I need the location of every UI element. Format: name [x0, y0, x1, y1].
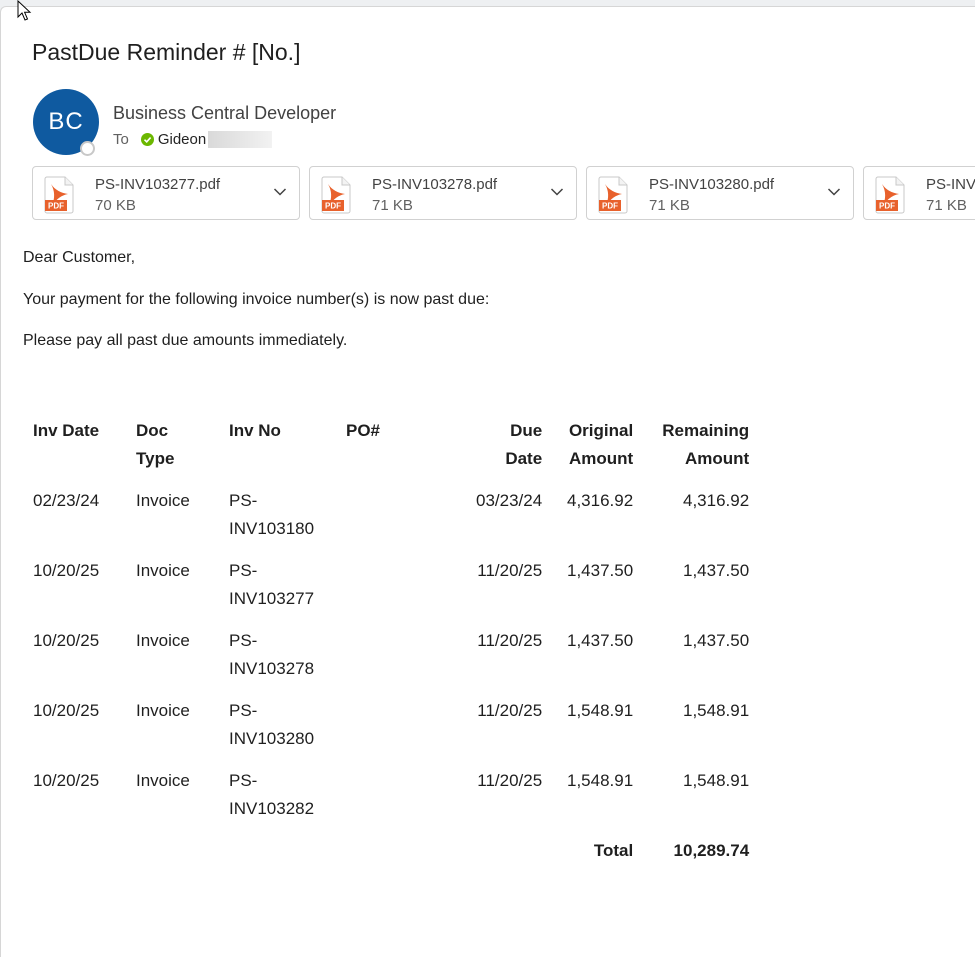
attachment-size: 71 KB: [649, 197, 690, 214]
cell-remaining-amount: 1,548.91: [683, 701, 750, 720]
presence-status-icon: [80, 141, 95, 156]
attachment-bar: PDF PS-INV103277.pdf 70 KB PDF PS-INV103…: [32, 166, 975, 222]
mouse-cursor-icon: [17, 0, 32, 21]
header-po: PO#: [346, 421, 381, 440]
attachment-name: PS-INV103277.pdf: [95, 176, 221, 193]
cell-inv-date: 02/23/24: [33, 491, 100, 510]
header-inv-no: Inv No: [229, 421, 281, 440]
to-label: To: [113, 131, 129, 148]
cell-doc-type: Invoice: [136, 491, 190, 510]
recipient-line: To Gideon: [113, 131, 273, 148]
cell-remaining-amount: 1,437.50: [683, 631, 750, 650]
cell-po: [338, 557, 468, 627]
cell-inv-date: 10/20/25: [33, 771, 100, 790]
attachment-name: PS-INV103278.pdf: [372, 176, 498, 193]
attachment-card[interactable]: PDF PS-INV103278.pdf 71 KB: [309, 166, 577, 220]
cell-original-amount: 1,548.91: [567, 771, 634, 790]
email-reading-pane: PastDue Reminder # [No.] BC Business Cen…: [0, 6, 975, 957]
attachment-size: 70 KB: [95, 197, 136, 214]
cell-original-amount: 1,548.91: [567, 701, 634, 720]
total-row: Total 10,289.74: [25, 837, 757, 865]
cell-original-amount: 1,437.50: [567, 631, 634, 650]
attachment-card[interactable]: PDF PS-INV103277.pdf 70 KB: [32, 166, 300, 220]
cell-remaining-amount: 1,548.91: [683, 771, 750, 790]
header-doc-type: Doc Type: [136, 421, 175, 468]
cell-doc-type: Invoice: [136, 631, 190, 650]
pdf-icon-label: PDF: [48, 202, 64, 211]
cell-due-date: 11/20/25: [477, 701, 543, 720]
attachment-name: PS-INV103280.pdf: [649, 176, 775, 193]
cell-due-date: 11/20/25: [477, 631, 543, 650]
cell-inv-no: PS- INV103278: [229, 631, 315, 678]
cell-remaining-amount: 4,316.92: [683, 491, 750, 510]
cell-due-date: 11/20/25: [477, 561, 543, 580]
cell-doc-type: Invoice: [136, 561, 190, 580]
pdf-file-icon: PDF: [598, 176, 628, 214]
cell-doc-type: Invoice: [136, 701, 190, 720]
cell-po: [338, 767, 468, 837]
attachment-size: 71 KB: [926, 197, 967, 214]
table-row: 10/20/25 Invoice PS- INV103280 11/20/25 1…: [25, 697, 757, 767]
table-row: 10/20/25 Invoice PS- INV103282 11/20/25 1…: [25, 767, 757, 837]
greeting: Dear Customer,: [23, 249, 136, 266]
email-subject: PastDue Reminder # [No.]: [32, 39, 301, 65]
pdf-file-icon: PDF: [875, 176, 905, 214]
header-due-date: Due Date: [505, 421, 543, 468]
pdf-file-icon: PDF: [44, 176, 74, 214]
sender-name[interactable]: Business Central Developer: [113, 103, 336, 124]
cell-remaining-amount: 1,437.50: [683, 561, 750, 580]
cell-po: [338, 627, 468, 697]
cell-inv-no: PS- INV103180: [229, 491, 315, 538]
cell-doc-type: Invoice: [136, 771, 190, 790]
body-line-past-due: Your payment for the following invoice n…: [23, 291, 490, 308]
available-check-icon: [140, 133, 154, 146]
attachment-card[interactable]: PDF PS-INV103280.pdf 71 KB: [586, 166, 854, 220]
attachment-name: PS-INV: [926, 176, 975, 193]
cell-po: [338, 487, 468, 557]
cell-inv-no: PS- INV103282: [229, 771, 315, 818]
table-row: 10/20/25 Invoice PS- INV103278 11/20/25 1…: [25, 627, 757, 697]
table-row: 02/23/24 Invoice PS- INV103180 03/23/24 4…: [25, 487, 757, 557]
table-row: 10/20/25 Invoice PS- INV103277 11/20/25 1…: [25, 557, 757, 627]
header-remaining-amount: Remaining Amount: [662, 421, 750, 468]
attachment-size: 71 KB: [372, 197, 413, 214]
chevron-down-icon[interactable]: [273, 187, 287, 197]
cell-po: [338, 697, 468, 767]
cell-inv-date: 10/20/25: [33, 701, 100, 720]
avatar-initials: BC: [48, 108, 84, 135]
cell-due-date: 03/23/24: [476, 491, 543, 510]
pdf-icon-label: PDF: [602, 202, 618, 211]
pdf-file-icon: PDF: [321, 176, 351, 214]
cell-due-date: 11/20/25: [477, 771, 543, 790]
pdf-icon-label: PDF: [879, 202, 895, 211]
body-line-pay: Please pay all past due amounts immediat…: [23, 332, 348, 349]
cell-inv-no: PS- INV103277: [229, 561, 315, 608]
total-label: Total: [593, 841, 634, 860]
cell-original-amount: 4,316.92: [567, 491, 634, 510]
chevron-down-icon[interactable]: [550, 187, 564, 197]
table-header-row: Inv Date Doc Type Inv No PO# Due Date Orig…: [25, 417, 757, 487]
attachment-card[interactable]: PDF PS-INV 71 KB: [863, 166, 975, 220]
redacted-surname: [208, 131, 273, 148]
header-inv-date: Inv Date: [33, 421, 100, 440]
invoice-table: Inv Date Doc Type Inv No PO# Due Date Orig…: [25, 417, 757, 865]
chevron-down-icon[interactable]: [827, 187, 841, 197]
header-original-amount: Original Amount: [568, 421, 634, 468]
recipient-name[interactable]: Gideon: [158, 131, 206, 148]
pdf-icon-label: PDF: [325, 202, 341, 211]
cell-inv-date: 10/20/25: [33, 561, 100, 580]
cell-inv-date: 10/20/25: [33, 631, 100, 650]
cell-inv-no: PS- INV103280: [229, 701, 315, 748]
total-value: 10,289.74: [673, 841, 750, 860]
cell-original-amount: 1,437.50: [567, 561, 634, 580]
